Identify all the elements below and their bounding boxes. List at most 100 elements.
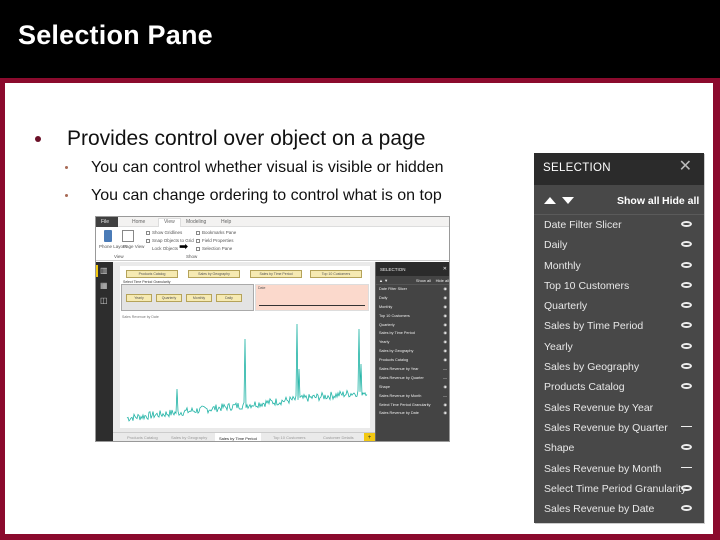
lock-objects-checkbox[interactable]: Lock Objects [146, 246, 178, 251]
mini-selection-item[interactable]: Select Time Period Granularity ◉ [376, 401, 449, 410]
mini-selection-item[interactable]: Date Filter Slicer ◉ [376, 285, 449, 294]
selection-item[interactable]: Yearly [534, 338, 704, 358]
mini-selection-item[interactable]: Sales Revenue by Year — [376, 365, 449, 374]
bookmarks-pane-checkbox[interactable]: Bookmarks Pane [196, 230, 236, 235]
selection-item[interactable]: Sales by Geography [534, 358, 704, 378]
selection-item[interactable]: Top 10 Customers [534, 277, 704, 297]
page-tab[interactable]: Sales by Geography [171, 435, 207, 440]
eye-visible-icon[interactable] [681, 483, 693, 493]
eye-visible-icon[interactable]: ◉ [444, 286, 448, 291]
eye-visible-icon[interactable] [681, 442, 693, 452]
eye-visible-icon[interactable]: ◉ [444, 384, 448, 389]
eye-visible-icon[interactable] [681, 341, 693, 351]
hide-all-button[interactable]: Hide all [662, 195, 699, 207]
selection-item[interactable]: Sales Revenue by Month [534, 460, 704, 480]
hidden-dash-icon[interactable]: — [443, 393, 447, 398]
nav-button[interactable]: Products Catalog [126, 270, 178, 278]
ribbon-tab-help[interactable]: Help [221, 219, 231, 225]
date-range-slider[interactable] [259, 305, 365, 306]
selection-item[interactable]: Sales by Time Period [534, 317, 704, 337]
eye-visible-icon[interactable]: ◉ [444, 410, 448, 415]
mini-selection-item[interactable]: Top 10 Customers ◉ [376, 312, 449, 321]
show-all-button[interactable]: Show all [617, 195, 660, 207]
slide-body: Provides control over object on a page Y… [5, 83, 713, 534]
selection-item[interactable]: Date Filter Slicer [534, 216, 704, 236]
show-gridlines-checkbox[interactable]: Show Gridlines [146, 230, 182, 235]
ribbon-tab-view[interactable]: View [158, 218, 181, 227]
eye-visible-icon[interactable] [681, 320, 693, 330]
ribbon-tab-home[interactable]: Home [132, 219, 145, 225]
hidden-dash-icon[interactable]: — [443, 366, 447, 371]
eye-visible-icon[interactable]: ◉ [444, 348, 448, 353]
bring-forward-arrow-icon[interactable] [544, 197, 556, 204]
eye-visible-icon[interactable]: ◉ [444, 339, 448, 344]
eye-visible-icon[interactable] [681, 280, 693, 290]
hidden-dash-icon[interactable] [681, 463, 693, 473]
nav-button[interactable]: Sales by Geography [188, 270, 240, 278]
phone-layout-icon[interactable] [104, 230, 112, 242]
mini-selection-item[interactable]: Sales by Time Period ◉ [376, 329, 449, 338]
model-view-icon[interactable]: ◫ [100, 297, 109, 305]
eye-visible-icon[interactable]: ◉ [444, 313, 448, 318]
slicer-button[interactable]: Yearly [126, 294, 152, 302]
send-backward-arrow-icon[interactable] [562, 197, 574, 204]
selection-item[interactable]: Daily [534, 236, 704, 256]
selection-item[interactable]: Sales Revenue by Year [534, 399, 704, 419]
mini-selection-item[interactable]: Daily ◉ [376, 294, 449, 303]
eye-visible-icon[interactable] [681, 239, 693, 249]
field-properties-checkbox[interactable]: Field Properties [196, 238, 234, 243]
reorder-arrows-icon[interactable]: ▲ ▼ [379, 278, 388, 283]
mini-hide-all-button[interactable]: Hide all [436, 278, 449, 283]
page-tab[interactable]: Customer Details [323, 435, 354, 440]
mini-show-all-button[interactable]: Show all [416, 278, 431, 283]
mini-selection-item[interactable]: Quarterly ◉ [376, 321, 449, 330]
nav-button[interactable]: Sales by Time Period [250, 270, 302, 278]
hidden-dash-icon[interactable] [681, 422, 693, 432]
mini-selection-item[interactable]: Products Catalog ◉ [376, 356, 449, 365]
hidden-dash-icon[interactable]: — [443, 375, 447, 380]
close-icon[interactable]: ✕ [443, 266, 447, 272]
slicer-button[interactable]: Monthly [186, 294, 212, 302]
eye-visible-icon[interactable]: ◉ [444, 330, 448, 335]
ribbon-tab-modeling[interactable]: Modeling [186, 219, 206, 225]
eye-visible-icon[interactable] [681, 219, 693, 229]
close-icon[interactable]: ✕ [679, 158, 692, 176]
mini-selection-item[interactable]: Monthly ◉ [376, 303, 449, 312]
mini-selection-item[interactable]: Sales Revenue by Date ◉ [376, 409, 449, 418]
eye-visible-icon[interactable] [681, 361, 693, 371]
mini-selection-item[interactable]: Sales Revenue by Month — [376, 392, 449, 401]
selection-item[interactable]: Select Time Period Granularity [534, 480, 704, 500]
selection-item[interactable]: Products Catalog [534, 378, 704, 398]
nav-button[interactable]: Top 10 Customers [310, 270, 362, 278]
eye-visible-icon[interactable] [681, 381, 693, 391]
slicer-button[interactable]: Daily [216, 294, 242, 302]
mini-selection-item[interactable]: Sales by Geography ◉ [376, 347, 449, 356]
mini-selection-item[interactable]: Sales Revenue by Quarter — [376, 374, 449, 383]
selection-item[interactable]: Sales Revenue by Date [534, 500, 704, 520]
selection-item[interactable]: Monthly [534, 257, 704, 277]
eye-visible-icon[interactable] [681, 503, 693, 513]
slicer-button[interactable]: Quarterly [156, 294, 182, 302]
selection-item[interactable]: Shape [534, 439, 704, 459]
ribbon-tab-file[interactable]: File [96, 217, 118, 227]
selection-pane-checkbox[interactable]: Selection Pane [196, 246, 232, 251]
eye-visible-icon[interactable] [681, 260, 693, 270]
page-tab[interactable]: Top 10 Customers [273, 435, 305, 440]
selection-item[interactable]: Sales Revenue by Quarter [534, 419, 704, 439]
report-view-icon[interactable]: ▥ [100, 267, 109, 275]
selection-item[interactable]: Quarterly [534, 297, 704, 317]
eye-visible-icon[interactable] [681, 300, 693, 310]
date-filter-slicer[interactable]: Date [255, 284, 369, 311]
data-view-icon[interactable]: ▦ [100, 282, 109, 290]
add-page-button[interactable]: + [364, 433, 375, 441]
eye-visible-icon[interactable]: ◉ [444, 322, 448, 327]
page-tab-active[interactable]: Sales by Time Period [215, 433, 261, 441]
page-tab[interactable]: Products Catalog [127, 435, 158, 440]
eye-visible-icon[interactable]: ◉ [444, 295, 448, 300]
eye-visible-icon[interactable]: ◉ [444, 402, 448, 407]
page-view-icon[interactable] [122, 230, 134, 242]
eye-visible-icon[interactable]: ◉ [444, 304, 448, 309]
mini-selection-item[interactable]: Yearly ◉ [376, 338, 449, 347]
eye-visible-icon[interactable]: ◉ [444, 357, 448, 362]
mini-selection-item[interactable]: Shape ◉ [376, 383, 449, 392]
